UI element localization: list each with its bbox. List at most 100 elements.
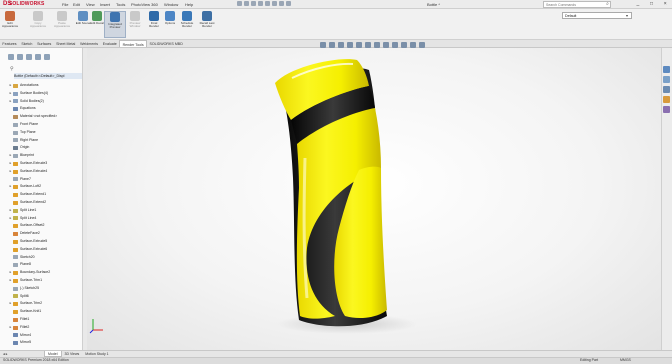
save-icon[interactable] [251,1,256,6]
tree-item[interactable]: ▸ Surface-Trim2 [8,300,83,308]
dynamic-annotation-icon[interactable] [356,42,362,48]
bottle-model[interactable] [87,48,661,350]
options-button[interactable]: Options [162,11,178,38]
options-icon[interactable] [286,1,291,6]
tree-item[interactable]: Split6 [8,293,83,301]
rebuild-icon[interactable] [279,1,284,6]
property-manager-tab-icon[interactable] [17,54,23,60]
previous-view-icon[interactable] [338,42,344,48]
custom-properties-icon[interactable] [663,106,670,113]
design-library-icon[interactable] [663,76,670,83]
tree-item[interactable]: Right Plane [8,137,83,145]
tree-item[interactable]: Surface-Offset2 [8,222,83,230]
menu-help[interactable]: Help [185,2,193,7]
tree-item[interactable]: ▸ Surface-Loft2 [8,183,83,191]
menu-photoview[interactable]: PhotoView 360 [131,2,158,7]
tree-item[interactable]: Surface-Knit1 [8,308,83,316]
edit-appearance-icon[interactable] [392,42,398,48]
solidworks-logo[interactable]: DSSOLIDWORKS [3,1,49,8]
print-icon[interactable] [258,1,263,6]
dimxpert-tab-icon[interactable] [35,54,41,60]
tree-item[interactable]: ▸ Solid Bodies(2) [8,98,83,106]
menu-tools[interactable]: Tools [116,2,125,7]
appearances-icon[interactable] [663,96,670,103]
configuration-select[interactable]: Default [562,12,632,19]
file-explorer-icon[interactable] [663,86,670,93]
tab-evaluate[interactable]: Evaluate [100,40,119,47]
view-orientation-icon[interactable] [365,42,371,48]
tree-item[interactable]: Sketch20 [8,254,83,262]
zoom-area-icon[interactable] [329,42,335,48]
menu-view[interactable]: View [86,2,95,7]
hide-show-icon[interactable] [383,42,389,48]
tree-item[interactable]: ▸ Split Line1 [8,207,83,215]
tree-item[interactable]: ▸ Surface Bodies(4) [8,90,83,98]
tree-item[interactable]: ▸ Surface-Extrude3 [8,160,83,168]
tree-root-part[interactable]: Bottle (Default<<Default>_Displ [14,73,82,79]
tree-item[interactable]: Plane8 [8,261,83,269]
tree-item[interactable]: DeleteFace2 [8,230,83,238]
schedule-render-button[interactable]: Schedule Render [179,11,195,38]
tree-item[interactable]: ▸ Blueprint [8,152,83,160]
preview-window-button[interactable]: Preview Window [127,11,143,38]
copy-appearance-button[interactable]: Copy Appearance [30,11,46,38]
tab-weldments[interactable]: Weldments [78,40,101,47]
filter-icon[interactable]: ⚲ [10,66,14,72]
tree-item[interactable]: Fillet1 [8,316,83,324]
tab-surfaces[interactable]: Surfaces [35,40,54,47]
tree-item[interactable]: Origin [8,144,83,152]
tree-item[interactable]: Front Plane [8,121,83,129]
zoom-to-fit-icon[interactable] [320,42,326,48]
tree-item[interactable]: ▸ Surface-Extrude4 [8,168,83,176]
panel-splitter[interactable] [83,48,87,350]
tree-item[interactable]: Surface-Extrude6 [8,246,83,254]
view-settings-icon[interactable] [410,42,416,48]
configuration-manager-tab-icon[interactable] [26,54,32,60]
open-icon[interactable] [244,1,249,6]
menu-file[interactable]: File [62,2,68,7]
chevron-down-icon[interactable]: ▾ [626,13,628,18]
tree-item[interactable]: (-) Sketch25 [8,285,83,293]
tree-item[interactable]: ▸ Fillet2 [8,324,83,332]
select-icon[interactable] [272,1,277,6]
tree-item[interactable]: Plane7 [8,176,83,184]
search-input[interactable]: Search Commands [543,1,611,8]
resources-icon[interactable] [663,66,670,73]
tab-sheet-metal[interactable]: Sheet Metal [54,40,78,47]
tree-item[interactable]: Equations [8,105,83,113]
edit-appearance-button[interactable]: Edit Appearance [2,11,18,38]
graphics-area[interactable] [87,48,661,350]
tree-item[interactable]: Mirror5 [8,339,83,347]
search-icon[interactable]: ⌕ [604,1,611,8]
tree-item[interactable]: Surface-Extend1 [8,191,83,199]
tree-item[interactable]: Mirror4 [8,332,83,340]
tree-item[interactable]: ▸ Split Line4 [8,215,83,223]
display-style-icon[interactable] [374,42,380,48]
display-manager-tab-icon[interactable] [44,54,50,60]
tab-solidworks-mbd[interactable]: SOLIDWORKS MBD [147,40,185,47]
apply-scene-icon[interactable] [401,42,407,48]
undo-icon[interactable] [265,1,270,6]
tree-item[interactable]: ▸ Surface-Trim1 [8,277,83,285]
recall-last-render-button[interactable]: Recall Last Render [199,11,215,38]
minimize-button[interactable]: _ [631,0,645,9]
tree-item[interactable]: Surface-Extend2 [8,199,83,207]
tree-item[interactable]: ▸ Annotations [8,82,83,90]
tree-item[interactable]: Top Plane [8,129,83,137]
menu-edit[interactable]: Edit [73,2,80,7]
tree-item[interactable]: Surface-Extrude5 [8,238,83,246]
tab-features[interactable]: Features [0,40,19,47]
new-icon[interactable] [237,1,242,6]
tree-item[interactable]: ▸ Boundary-Surface2 [8,269,83,277]
tab-sketch[interactable]: Sketch [19,40,35,47]
section-view-icon[interactable] [347,42,353,48]
tree-item[interactable]: Material <not specified> [8,113,83,121]
final-render-button[interactable]: Final Render [146,11,162,38]
close-button[interactable]: × [658,0,672,9]
monitor-icon[interactable] [419,42,425,48]
tab-render-tools[interactable]: Render Tools [119,40,148,47]
paste-appearance-button[interactable]: Paste Appearance [54,11,70,38]
menu-insert[interactable]: Insert [100,2,110,7]
edit-decal-button[interactable]: Edit Decal [89,11,105,38]
menu-window[interactable]: Window [164,2,178,7]
